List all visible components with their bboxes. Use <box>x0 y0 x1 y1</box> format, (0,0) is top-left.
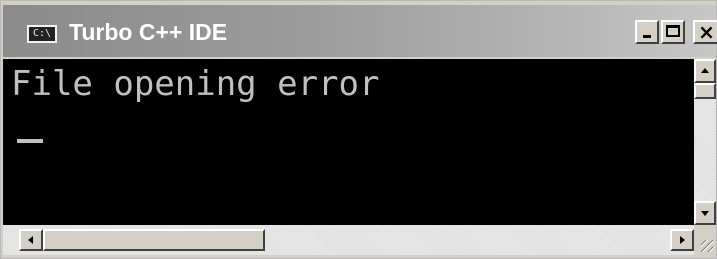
app-icon-label: C:\ <box>32 28 52 39</box>
arrow-left-icon <box>28 236 33 244</box>
console-app-icon[interactable]: C:\ <box>27 25 57 43</box>
close-icon: × <box>698 20 715 44</box>
title-bar[interactable]: C:\ Turbo C++ IDE × <box>3 5 717 57</box>
minimize-button[interactable] <box>635 20 659 44</box>
maximize-button[interactable] <box>661 20 685 44</box>
vertical-scrollbar[interactable] <box>694 59 716 225</box>
close-button[interactable]: × <box>693 20 717 44</box>
scroll-up-button[interactable] <box>694 59 716 83</box>
horizontal-scroll-thumb[interactable] <box>43 229 265 251</box>
console-window: C:\ Turbo C++ IDE × File opening error <box>0 0 717 259</box>
resize-grip-icon[interactable] <box>694 225 716 255</box>
console-output-area[interactable]: File opening error <box>3 59 694 225</box>
window-title: Turbo C++ IDE <box>69 19 228 45</box>
arrow-down-icon <box>701 211 709 216</box>
text-cursor <box>17 139 43 143</box>
console-error-message: File opening error <box>11 64 380 104</box>
scroll-down-button[interactable] <box>694 201 716 225</box>
vertical-scroll-thumb[interactable] <box>694 83 716 99</box>
horizontal-scrollbar[interactable] <box>3 225 694 255</box>
arrow-up-icon <box>701 68 709 73</box>
scroll-left-button[interactable] <box>19 229 43 251</box>
arrow-right-icon <box>680 236 685 244</box>
scroll-right-button[interactable] <box>670 229 694 251</box>
